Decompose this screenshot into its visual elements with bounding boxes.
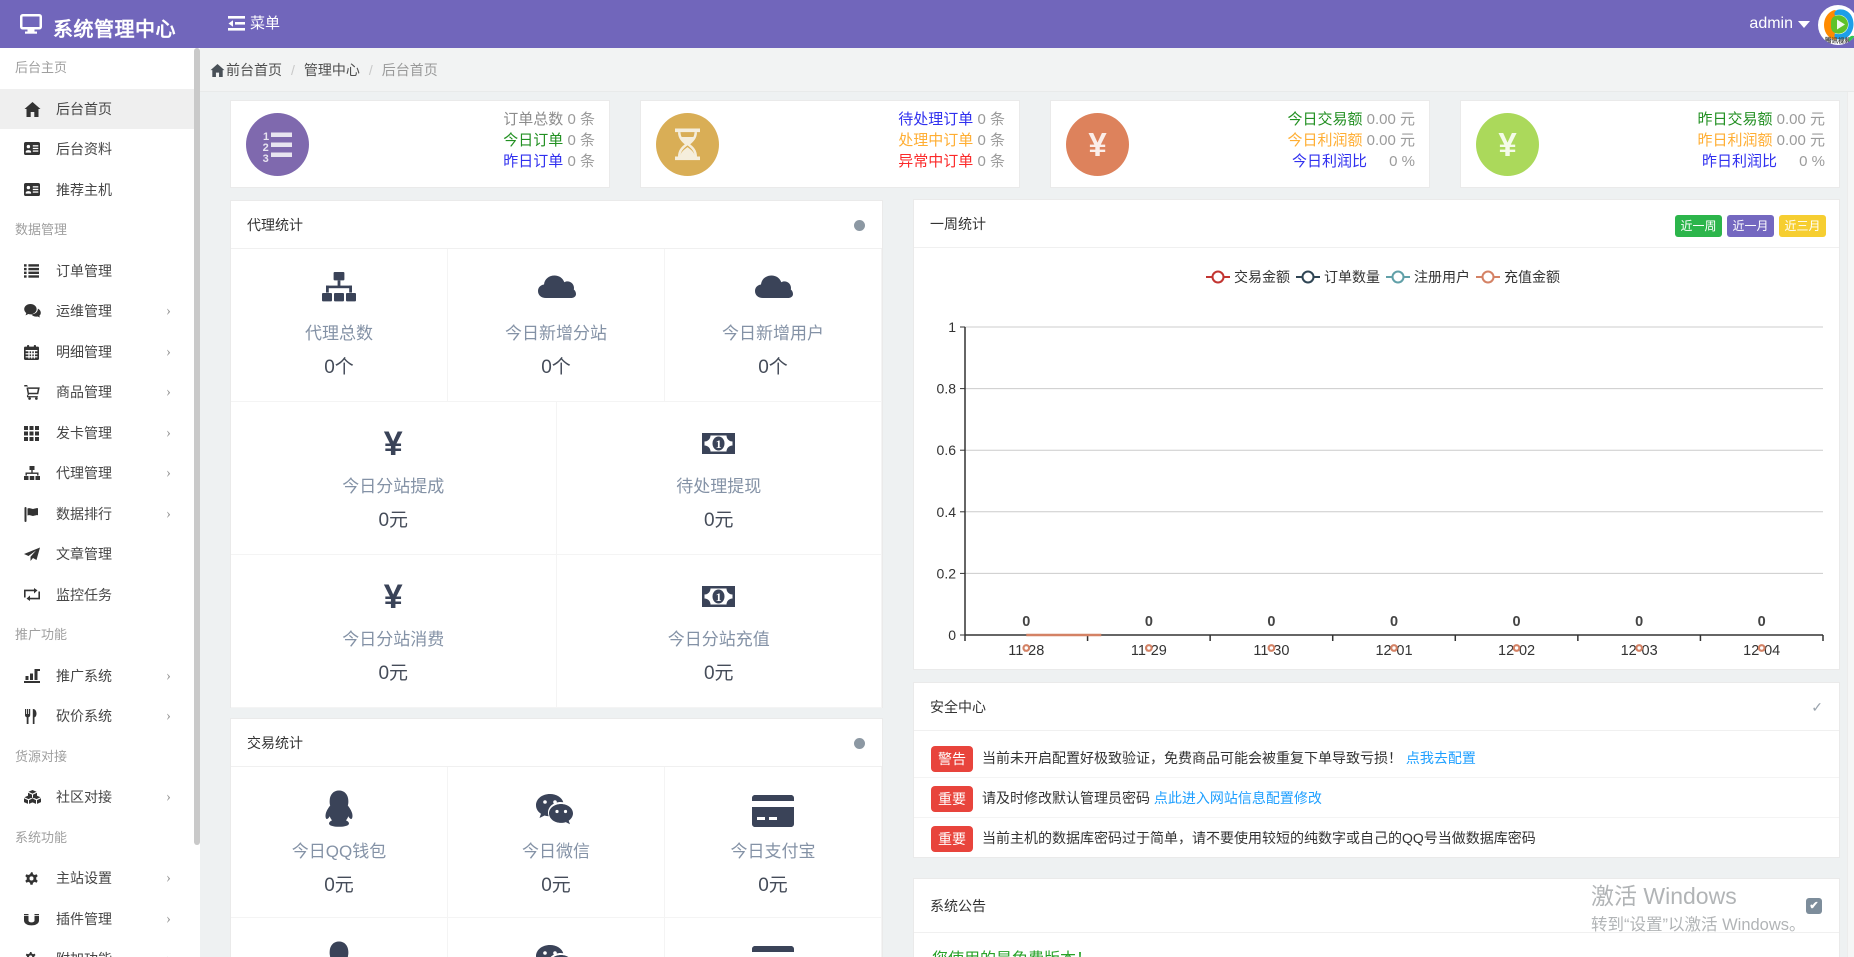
svg-text:交易金额: 交易金额 xyxy=(1234,269,1290,285)
svg-text:1: 1 xyxy=(716,437,722,451)
svg-text:0.2: 0.2 xyxy=(937,565,957,581)
svg-text:3: 3 xyxy=(263,153,269,165)
svg-text:订单数量: 订单数量 xyxy=(1324,269,1380,285)
svg-text:0: 0 xyxy=(1145,614,1153,630)
svg-text:0: 0 xyxy=(1022,614,1030,630)
svg-text:0: 0 xyxy=(1635,614,1643,630)
svg-text:0.6: 0.6 xyxy=(937,442,957,458)
svg-text:0: 0 xyxy=(1758,614,1766,630)
svg-text:注册用户: 注册用户 xyxy=(1414,269,1470,285)
svg-text:0.4: 0.4 xyxy=(937,504,957,520)
svg-text:0.8: 0.8 xyxy=(937,381,957,397)
svg-text:0: 0 xyxy=(1390,614,1398,630)
svg-text:腾讯视频: 腾讯视频 xyxy=(1824,36,1852,45)
svg-text:0: 0 xyxy=(948,627,956,643)
svg-text:0: 0 xyxy=(1267,614,1275,630)
svg-text:1: 1 xyxy=(716,590,722,604)
svg-text:0: 0 xyxy=(1513,614,1521,630)
svg-text:充值金额: 充值金额 xyxy=(1504,269,1560,285)
svg-text:1: 1 xyxy=(948,319,956,335)
